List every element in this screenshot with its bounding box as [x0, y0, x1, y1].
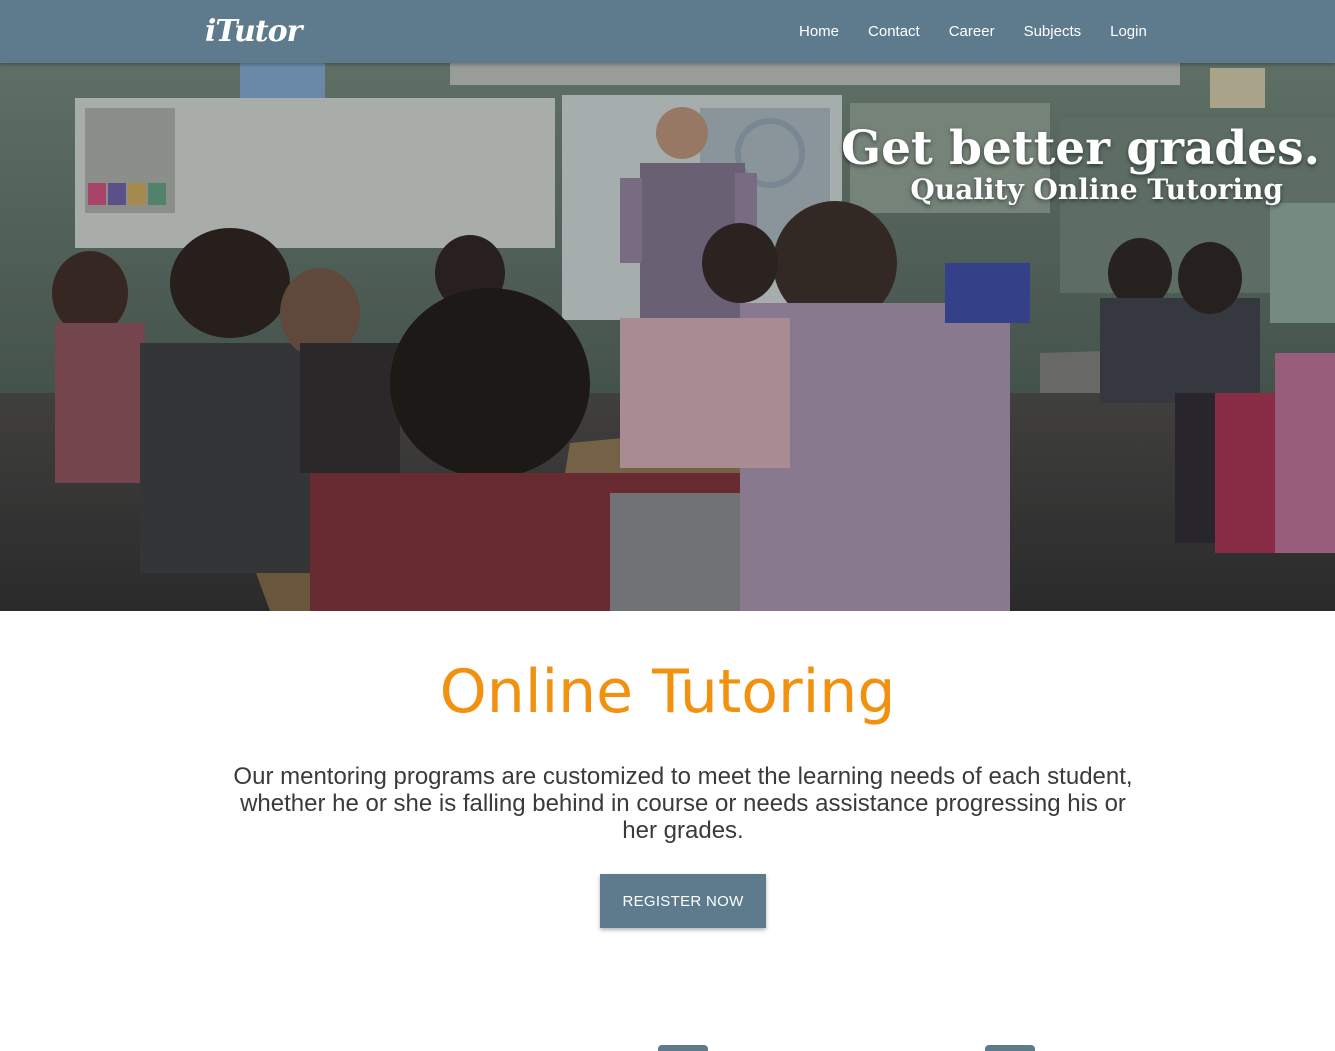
- nav-subjects-link[interactable]: Subjects: [1024, 22, 1082, 42]
- next-section-tab: [658, 1045, 708, 1051]
- hero-banner: Get better grades. Quality Online Tutori…: [0, 63, 1335, 611]
- main-content: Online Tutoring Our mentoring programs a…: [0, 611, 1335, 1051]
- hero-subheadline: Quality Online Tutoring: [910, 173, 1283, 206]
- nav-home-link[interactable]: Home: [799, 22, 839, 42]
- register-now-button[interactable]: REGISTER NOW: [600, 874, 766, 928]
- top-navbar: iTutor Home Contact Career Subjects Logi…: [0, 0, 1335, 63]
- brand-logo[interactable]: iTutor: [205, 12, 302, 52]
- main-nav: Home Contact Career Subjects Login: [799, 22, 1147, 42]
- nav-contact-link[interactable]: Contact: [868, 22, 920, 42]
- nav-career-link[interactable]: Career: [949, 22, 995, 42]
- nav-login-link[interactable]: Login: [1110, 22, 1147, 42]
- hero-headline: Get better grades.: [841, 121, 1320, 176]
- next-section-tab: [985, 1045, 1035, 1051]
- section-description: Our mentoring programs are customized to…: [233, 763, 1133, 844]
- section-title: Online Tutoring: [439, 657, 896, 727]
